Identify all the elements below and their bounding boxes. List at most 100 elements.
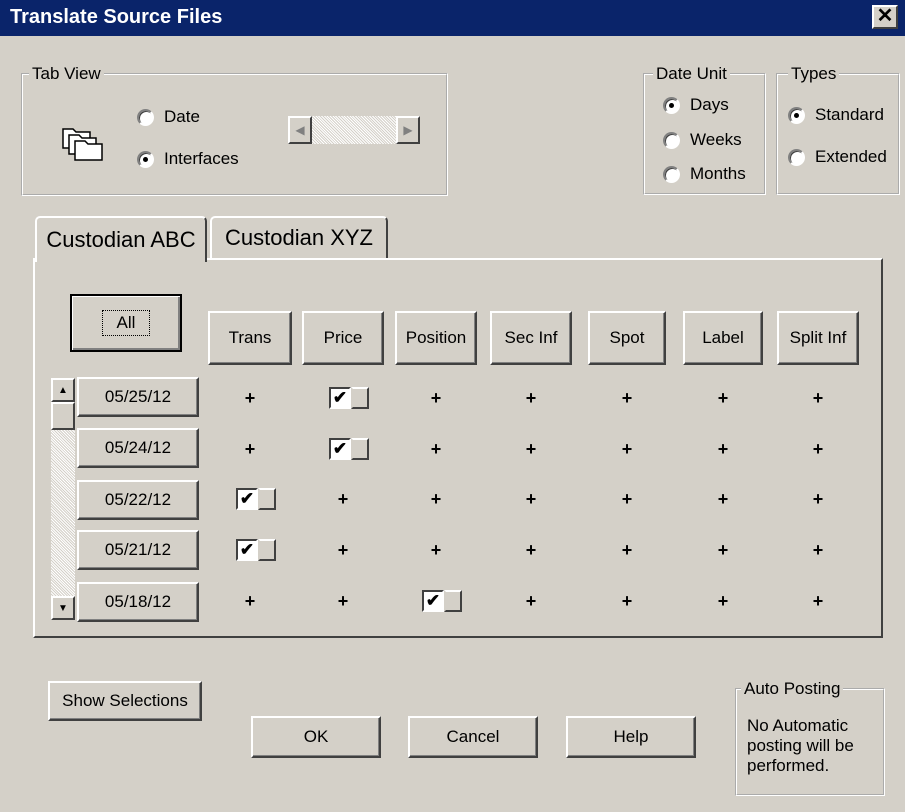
types-extended-radio[interactable]	[788, 148, 805, 166]
grid-cell-plus[interactable]: +	[333, 591, 353, 612]
grid-cell-plus[interactable]: +	[617, 439, 637, 460]
column-header-sec-inf[interactable]: Sec Inf	[490, 311, 572, 365]
column-header-split-inf[interactable]: Split Inf	[777, 311, 859, 365]
close-button[interactable]: ✕	[872, 5, 898, 29]
tab-view-scrollbar[interactable]: ◀ ▶	[288, 116, 420, 144]
row-date-button[interactable]: 05/22/12	[77, 480, 199, 520]
row-date-button[interactable]: 05/18/12	[77, 582, 199, 622]
row-date-label: 05/18/12	[104, 592, 172, 611]
date-unit-days-option[interactable]: Days	[663, 95, 729, 115]
date-unit-days-radio[interactable]	[663, 96, 680, 114]
grid-cell-plus[interactable]: +	[617, 388, 637, 409]
grid-cell-plus[interactable]: +	[240, 388, 260, 409]
types-standard-option[interactable]: Standard	[788, 105, 884, 125]
auto-posting-legend: Auto Posting	[741, 679, 844, 699]
checkbox-tail	[258, 539, 276, 561]
show-selections-button[interactable]: Show Selections	[48, 681, 202, 721]
grid-cell-checkbox[interactable]: ✔	[329, 437, 369, 461]
grid-cell-plus[interactable]: +	[521, 439, 541, 460]
check-icon: ✔	[236, 539, 258, 561]
grid-cell-plus[interactable]: +	[426, 540, 446, 561]
row-date-button[interactable]: 05/21/12	[77, 530, 199, 570]
grid-cell-plus[interactable]: +	[808, 540, 828, 561]
grid-cell-plus[interactable]: +	[808, 489, 828, 510]
types-legend: Types	[788, 64, 840, 84]
date-unit-months-option[interactable]: Months	[663, 164, 746, 184]
grid-cell-plus[interactable]: +	[617, 540, 637, 561]
grid-cell-plus[interactable]: +	[426, 489, 446, 510]
scroll-up-button[interactable]: ▲	[51, 378, 75, 402]
date-unit-months-radio[interactable]	[663, 165, 680, 183]
grid-cell-plus[interactable]: +	[521, 591, 541, 612]
column-header-spot-label: Spot	[609, 328, 645, 347]
column-header-price[interactable]: Price	[302, 311, 384, 365]
row-date-button[interactable]: 05/24/12	[77, 428, 199, 468]
tab-view-interfaces-radio[interactable]	[137, 150, 154, 168]
auto-posting-line: posting will be	[747, 736, 854, 755]
check-icon: ✔	[236, 488, 258, 510]
grid-cell-plus[interactable]: +	[240, 439, 260, 460]
grid-cell-plus[interactable]: +	[426, 439, 446, 460]
column-header-label[interactable]: Label	[683, 311, 763, 365]
auto-posting-line: No Automatic	[747, 716, 849, 735]
grid-cell-checkbox[interactable]: ✔	[422, 589, 462, 613]
grid-cell-checkbox[interactable]: ✔	[236, 487, 276, 511]
tab-custodian-abc[interactable]: Custodian ABC	[35, 216, 207, 262]
column-header-trans[interactable]: Trans	[208, 311, 292, 365]
date-unit-legend: Date Unit	[653, 64, 730, 84]
tab-view-interfaces-option[interactable]: Interfaces	[137, 149, 239, 169]
grid-cell-checkbox[interactable]: ✔	[236, 538, 276, 562]
scroll-thumb[interactable]	[51, 402, 75, 430]
all-button-label: All	[101, 310, 151, 336]
grid-cell-plus[interactable]: +	[521, 388, 541, 409]
date-unit-weeks-option[interactable]: Weeks	[663, 130, 742, 150]
row-date-label: 05/22/12	[104, 490, 172, 509]
types-extended-option[interactable]: Extended	[788, 147, 887, 167]
grid-cell-plus[interactable]: +	[808, 439, 828, 460]
grid-cell-plus[interactable]: +	[521, 489, 541, 510]
cancel-button[interactable]: Cancel	[408, 716, 538, 758]
row-date-label: 05/25/12	[104, 387, 172, 406]
tab-custodian-xyz-label: Custodian XYZ	[225, 225, 373, 250]
grid-cell-plus[interactable]: +	[713, 591, 733, 612]
grid-cell-plus[interactable]: +	[713, 489, 733, 510]
tab-custodian-abc-label: Custodian ABC	[46, 227, 196, 252]
scroll-left-icon: ◀	[295, 123, 305, 137]
tab-view-legend: Tab View	[29, 64, 104, 84]
scroll-down-icon: ▼	[58, 602, 68, 614]
grid-cell-plus[interactable]: +	[617, 489, 637, 510]
scroll-left-button[interactable]: ◀	[288, 116, 312, 144]
grid-cell-plus[interactable]: +	[713, 388, 733, 409]
scroll-down-button[interactable]: ▼	[51, 596, 75, 620]
tab-custodian-xyz[interactable]: Custodian XYZ	[210, 216, 388, 258]
date-unit-weeks-radio[interactable]	[663, 131, 680, 149]
grid-cell-plus[interactable]: +	[713, 439, 733, 460]
ok-button[interactable]: OK	[251, 716, 381, 758]
grid-cell-plus[interactable]: +	[333, 540, 353, 561]
stacked-folders-icon	[62, 128, 103, 161]
auto-posting-group: Auto Posting No Automatic posting will b…	[735, 679, 885, 796]
grid-cell-checkbox[interactable]: ✔	[329, 386, 369, 410]
grid-cell-plus[interactable]: +	[617, 591, 637, 612]
checkbox-tail	[351, 438, 369, 460]
close-icon: ✕	[876, 5, 894, 27]
column-header-spot[interactable]: Spot	[588, 311, 666, 365]
grid-cell-plus[interactable]: +	[240, 591, 260, 612]
grid-cell-plus[interactable]: +	[808, 388, 828, 409]
row-date-button[interactable]: 05/25/12	[77, 377, 199, 417]
translate-source-files-dialog: Translate Source Files ✕ Tab View Date I…	[0, 0, 905, 812]
cancel-label: Cancel	[446, 727, 500, 746]
grid-cell-plus[interactable]: +	[333, 489, 353, 510]
grid-cell-plus[interactable]: +	[426, 388, 446, 409]
tab-view-date-radio[interactable]	[137, 108, 154, 126]
tab-view-date-option[interactable]: Date	[137, 107, 200, 127]
all-button[interactable]: All	[70, 294, 182, 352]
help-button[interactable]: Help	[566, 716, 696, 758]
grid-cell-plus[interactable]: +	[808, 591, 828, 612]
grid-cell-plus[interactable]: +	[713, 540, 733, 561]
grid-cell-plus[interactable]: +	[521, 540, 541, 561]
rows-scrollbar[interactable]: ▲ ▼	[51, 378, 75, 620]
scroll-right-button[interactable]: ▶	[396, 116, 420, 144]
types-standard-radio[interactable]	[788, 106, 805, 124]
column-header-position[interactable]: Position	[395, 311, 477, 365]
